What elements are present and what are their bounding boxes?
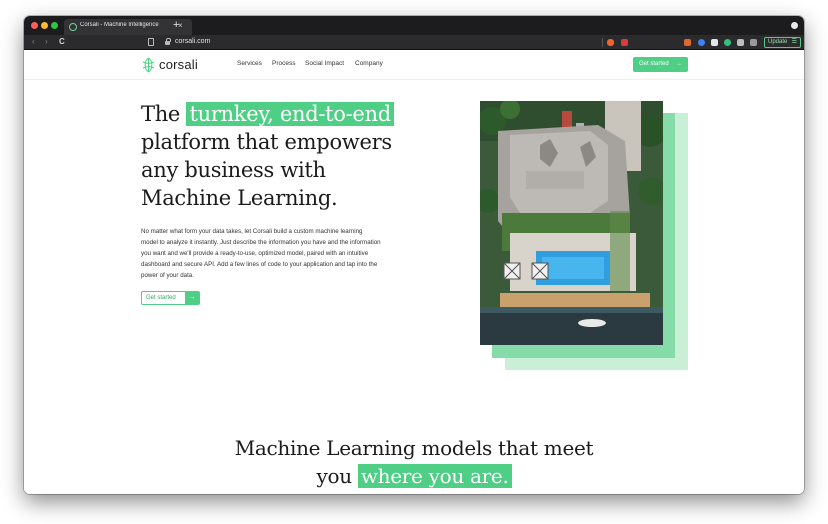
hero-get-started-button[interactable]: Get started → — [141, 291, 200, 305]
hero-title: The turnkey, end-to-end platform that em… — [141, 100, 401, 212]
section-title: Machine Learning models that meet you wh… — [224, 434, 604, 490]
tab-title: Corsali - Machine Intelligence — [80, 22, 159, 28]
browser-titlebar: Corsali - Machine Intelligence × + — [24, 16, 804, 35]
nav-services[interactable]: Services — [237, 60, 262, 67]
header-get-started-button[interactable]: Get started → — [633, 57, 688, 72]
extension-green-icon[interactable] — [724, 39, 731, 46]
aerial-house-image — [480, 101, 663, 345]
hero-title-highlight: turnkey, end-to-end — [186, 102, 394, 126]
logo-text: corsali — [159, 57, 198, 72]
arrow-right-icon: → — [185, 292, 199, 304]
toolbar-divider — [602, 38, 603, 47]
browser-window: Corsali - Machine Intelligence × + ‹ › C… — [24, 16, 804, 494]
new-tab-icon[interactable]: + — [173, 19, 179, 31]
header-cta-label: Get started — [639, 61, 669, 67]
hero-title-part-1: The — [141, 102, 181, 126]
maximize-window-button[interactable] — [51, 22, 58, 29]
corsali-favicon-icon — [69, 23, 77, 31]
extension-grid-icon[interactable] — [711, 39, 718, 46]
address-bar[interactable]: corsali.com — [175, 38, 210, 45]
menu-icon: ☰ — [791, 39, 797, 45]
minimize-window-button[interactable] — [41, 22, 48, 29]
extensions-puzzle-icon[interactable] — [737, 39, 744, 46]
window-menu-icon[interactable] — [791, 22, 798, 29]
arrow-right-icon: → — [676, 61, 682, 67]
web-page: corsali Services Process Social Impact C… — [24, 50, 804, 494]
nav-process[interactable]: Process — [272, 60, 295, 67]
nav-company[interactable]: Company — [355, 60, 383, 67]
lock-icon — [165, 38, 171, 45]
close-window-button[interactable] — [31, 22, 38, 29]
update-button[interactable]: Update ☰ — [764, 37, 801, 48]
extension-blue-icon[interactable] — [698, 39, 705, 46]
update-label: Update — [768, 39, 788, 45]
reload-icon[interactable]: C — [59, 37, 65, 47]
hero-description: No matter what form your data takes, let… — [141, 228, 381, 279]
hero-cta-label: Get started — [146, 295, 176, 301]
bookmark-icon[interactable] — [148, 38, 154, 46]
section-title-highlight: where you are. — [357, 464, 512, 488]
forward-icon[interactable]: › — [45, 37, 48, 47]
corsali-logo-icon — [142, 57, 155, 73]
brave-shield-icon[interactable] — [607, 39, 614, 46]
metamask-icon[interactable] — [684, 39, 691, 46]
hero-title-part-2: platform that empowers any business with… — [141, 130, 392, 210]
corsali-logo[interactable]: corsali — [141, 57, 201, 73]
nav-social-impact[interactable]: Social Impact — [305, 60, 344, 67]
site-header: corsali Services Process Social Impact C… — [24, 50, 804, 80]
brave-rewards-icon[interactable] — [621, 39, 628, 46]
reading-list-icon[interactable] — [750, 39, 757, 46]
back-icon[interactable]: ‹ — [32, 37, 35, 47]
browser-toolbar: ‹ › C corsali.com Update ☰ — [24, 35, 804, 50]
